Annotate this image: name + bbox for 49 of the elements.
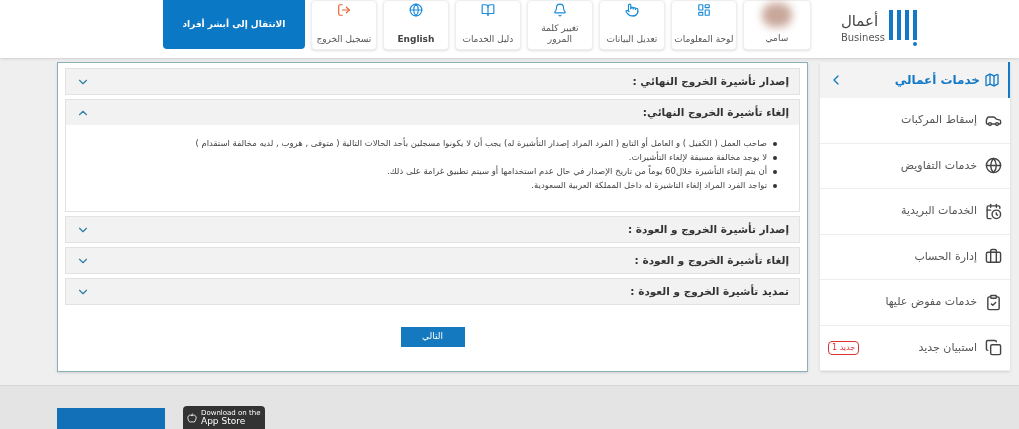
accordion-header[interactable]: إلغاء تأشيرة الخروج و العودة : — [66, 248, 799, 273]
apple-icon — [187, 412, 197, 423]
user-card[interactable]: سامي — [742, 0, 811, 50]
bullet-text: تواجد الفرد المراد إلغاء التاشيرة له داخل المملكة العربية السعودية. — [531, 179, 767, 191]
globe-icon — [408, 3, 423, 17]
logout-icon — [336, 3, 351, 17]
avatar — [761, 3, 792, 27]
switch-account-button[interactable]: الانتقال إلى أبشر أفراد — [162, 0, 305, 49]
logo-text: أعمال — [840, 13, 879, 29]
book-icon — [480, 3, 495, 17]
logo-subtitle: Business — [840, 32, 885, 43]
map-icon — [984, 72, 1000, 88]
bullet-text: لا يوجد مخالفة مسبقة لإلغاء التأشيرات. — [628, 151, 767, 163]
bullet-icon — [773, 170, 777, 174]
sidebar-item[interactable]: خدمات مفوض عليها — [820, 280, 1010, 326]
calendar-clock-icon — [985, 202, 1002, 220]
nav-card[interactable]: لوحة المعلومات — [670, 0, 737, 50]
user-name: سامي — [765, 31, 789, 45]
sidebar-item[interactable]: إسقاط المركبات — [820, 98, 1010, 144]
pointer-icon — [624, 3, 639, 17]
globe-icon — [985, 157, 1002, 175]
bullet-icon — [773, 156, 777, 160]
accordion-header[interactable]: تمديد تأشيرة الخروج و العودة : — [66, 279, 799, 304]
clipboard-check-icon — [985, 293, 1002, 311]
nav-card[interactable]: دليل الخدمات — [454, 0, 521, 50]
accordion-header[interactable]: إلغاء تأشيرة الخروج النهائي: — [66, 100, 799, 125]
dashboard-icon — [696, 3, 711, 17]
sidebar-item[interactable]: إدارة الحساب — [820, 234, 1010, 280]
bell-icon — [552, 3, 567, 17]
sidebar-item[interactable]: الخدمات البريدية — [820, 189, 1010, 235]
next-button[interactable]: التالي — [400, 327, 465, 347]
nav-card[interactable]: English — [382, 0, 449, 50]
bullet-icon — [773, 142, 777, 146]
sidebar-header[interactable]: خدمات أعمالي — [820, 62, 1010, 98]
new-badge: جديد 1 — [828, 340, 860, 355]
accordion-header[interactable]: إصدار تأشيرة الخروج و العودة : — [66, 217, 799, 242]
bullet-icon — [773, 184, 777, 188]
briefcase-icon — [985, 248, 1002, 266]
bullet-text: صاحب العمل ( الكفيل ) و العامل أو التابع ( الفرد المراد إصدار التأشيرة له) يجب أن لا يكونوا مسجلين بأحد الحالات التالية ( متوفى , هروب , لديه مخالفة استقدام ) — [195, 137, 767, 149]
nav-card[interactable]: تغيير كلمة المرور — [526, 0, 593, 50]
accordion-header[interactable]: إصدار تأشيرة الخروج النهائي : — [66, 69, 799, 94]
sidebar-title: خدمات أعمالي — [894, 71, 980, 89]
sidebar-item[interactable]: خدمات التفاويض — [820, 143, 1010, 189]
copy-icon — [985, 339, 1002, 357]
bullet-text: أن يتم إلغاء التأشيرة خلال60 يوماً من تاريخ الإصدار في حال عدم استخدامها أو سيتم تطبيق غرامة على ذلك. — [386, 165, 767, 177]
logo-icon — [889, 10, 919, 46]
nav-card[interactable]: تعديل البيانات — [598, 0, 665, 50]
sidebar-item[interactable]: استبيان جديد جديد 1 — [820, 325, 1010, 371]
nav-card[interactable]: تسجيل الخروج — [310, 0, 377, 50]
